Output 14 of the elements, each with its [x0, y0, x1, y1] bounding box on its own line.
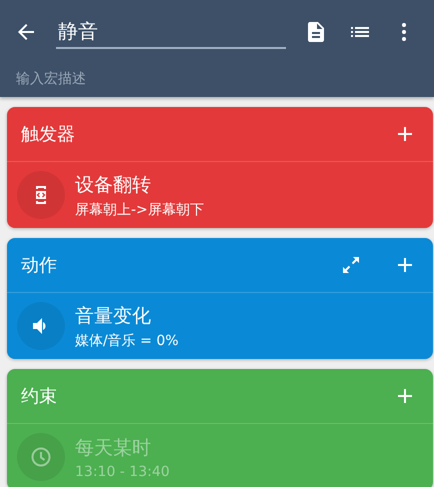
item-title: 设备翻转: [75, 172, 152, 198]
list-item[interactable]: 音量变化 媒体/音乐 = 0%: [7, 293, 433, 359]
title-field[interactable]: 静音: [56, 15, 286, 49]
item-detail: 13:10 - 13:40: [75, 464, 170, 480]
section-title: 动作: [21, 254, 58, 277]
item-title: 音量变化: [75, 304, 152, 328]
section-title: 约束: [21, 385, 58, 408]
item-title: 每天某时: [75, 436, 152, 460]
clock-icon: [29, 445, 53, 469]
description-field[interactable]: 输入宏描述: [0, 64, 316, 94]
item-detail: 屏幕朝上->屏幕朝下: [75, 200, 204, 218]
list-item[interactable]: 设备翻转 屏幕朝上->屏幕朝下: [7, 162, 433, 228]
item-detail: 媒体/音乐 = 0%: [75, 332, 179, 350]
section-title: 触发器: [21, 123, 76, 146]
